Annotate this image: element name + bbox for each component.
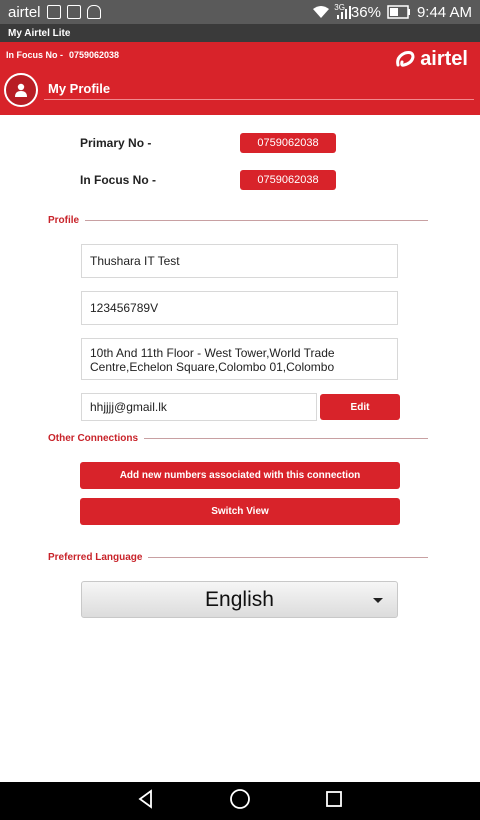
language-select[interactable]: English <box>81 581 398 618</box>
profile-header: In Focus No - 0759062038 airtel My Profil… <box>0 42 480 115</box>
android-notification-icon <box>86 5 101 19</box>
app-title-bar: My Airtel Lite <box>0 24 480 42</box>
image-notification-icon <box>46 5 61 19</box>
brand-name: airtel <box>420 48 468 70</box>
page-title: My Profile <box>48 81 111 96</box>
header-focus-label: In Focus No - <box>6 50 63 60</box>
back-icon <box>138 788 153 809</box>
profile-section-header: Profile <box>48 215 428 226</box>
name-field[interactable]: Thushara IT Test <box>81 244 398 278</box>
name-value: Thushara IT Test <box>90 254 180 268</box>
avatar[interactable] <box>4 73 38 107</box>
airtel-swirl-icon <box>396 50 415 67</box>
header-focus-value: 0759062038 <box>69 50 120 60</box>
airtel-logo: airtel <box>394 48 468 71</box>
other-connections-header: Other Connections <box>48 433 428 444</box>
header-divider <box>44 99 474 100</box>
section-divider <box>148 557 428 558</box>
home-button[interactable] <box>229 788 251 815</box>
edit-button[interactable]: Edit <box>320 394 400 420</box>
address-field[interactable]: 10th And 11th Floor - West Tower,World T… <box>81 338 398 380</box>
id-number-value: 123456789V <box>90 301 159 315</box>
address-line-2: Centre,Echelon Square,Colombo 01,Colombo <box>90 360 335 374</box>
profile-section-label: Profile <box>48 215 80 226</box>
address-line-1: 10th And 11th Floor - West Tower,World T… <box>90 346 335 360</box>
recents-button[interactable] <box>324 789 344 814</box>
wifi-icon <box>312 5 330 19</box>
battery-icon <box>387 5 411 19</box>
home-icon <box>230 788 250 809</box>
system-navigation-bar <box>0 782 480 820</box>
add-numbers-button[interactable]: Add new numbers associated with this con… <box>80 462 400 489</box>
recents-icon <box>325 790 342 807</box>
user-icon <box>15 83 27 97</box>
section-divider <box>144 438 428 439</box>
in-focus-number-badge: 0759062038 <box>240 170 336 190</box>
language-selected-value: English <box>205 587 274 611</box>
other-connections-label: Other Connections <box>48 433 139 444</box>
header-focus-number: In Focus No - 0759062038 <box>6 50 119 60</box>
switch-view-button[interactable]: Switch View <box>80 498 400 525</box>
preferred-language-label: Preferred Language <box>48 552 143 563</box>
primary-number-label: Primary No - <box>80 136 152 150</box>
section-divider <box>85 220 428 221</box>
in-focus-number-label: In Focus No - <box>80 173 156 187</box>
download-notification-icon <box>66 5 81 19</box>
app-title: My Airtel Lite <box>8 27 71 39</box>
email-field[interactable]: hhjjjj@gmail.lk <box>81 393 317 421</box>
email-value: hhjjjj@gmail.lk <box>90 400 167 414</box>
primary-number-badge: 0759062038 <box>240 133 336 153</box>
signal-type-label: 3G <box>334 2 345 12</box>
dropdown-caret-icon <box>373 598 383 603</box>
id-number-field[interactable]: 123456789V <box>81 291 398 325</box>
battery-percent: 36% <box>350 3 381 21</box>
status-bar: airtel 3G 36% 9:44 AM <box>0 0 480 24</box>
carrier-name: airtel <box>8 3 41 21</box>
clock: 9:44 AM <box>416 3 472 21</box>
back-button[interactable] <box>136 788 156 814</box>
preferred-language-header: Preferred Language <box>48 552 428 563</box>
